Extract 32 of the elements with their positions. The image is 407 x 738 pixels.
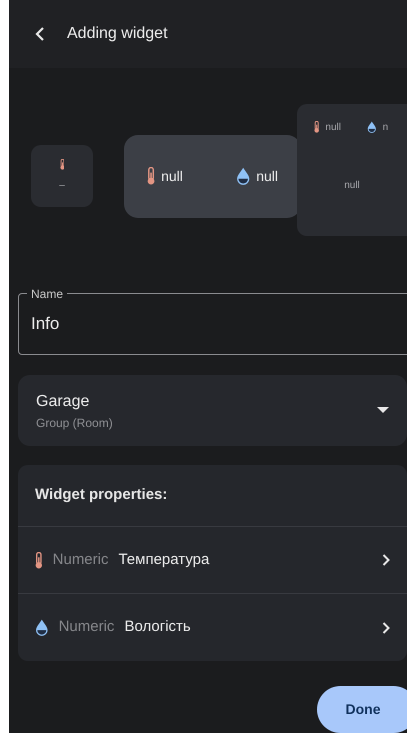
value-text: n: [382, 120, 388, 134]
water-drop-icon: [35, 619, 49, 636]
water-drop-icon: [366, 121, 377, 133]
value-text: null: [325, 120, 341, 134]
card-title: Widget properties:: [35, 485, 168, 506]
thermometer-icon: [60, 159, 64, 170]
water-drop-icon: [236, 167, 250, 185]
screen-title: Adding widget: [67, 24, 168, 44]
thermometer-icon: [314, 121, 320, 133]
value-text: null: [344, 178, 360, 192]
value-text: null: [256, 166, 278, 186]
dropdown-value: Garage: [36, 392, 90, 412]
field-value: Info: [31, 313, 60, 336]
widget-preview-card[interactable]: null n null: [297, 104, 407, 236]
chevron-right-icon: [382, 554, 390, 566]
value-text: –: [59, 179, 65, 193]
group-dropdown[interactable]: Garage Group (Room): [18, 375, 407, 446]
value-text: null: [161, 166, 183, 186]
property-row[interactable]: Numeric Температура: [18, 527, 407, 594]
thermometer-icon: [35, 552, 43, 568]
dropdown-caret-icon: [377, 407, 389, 414]
done-button[interactable]: Done: [317, 686, 407, 733]
property-name: Вологість: [124, 617, 192, 638]
chevron-right-icon: [382, 622, 390, 634]
back-icon[interactable]: [35, 27, 45, 41]
property-row[interactable]: Numeric Вологість: [18, 594, 407, 661]
property-type: Numeric: [58, 617, 114, 638]
dropdown-subtitle: Group (Room): [36, 414, 114, 432]
property-name: Температура: [118, 550, 210, 570]
property-type: Numeric: [52, 550, 108, 570]
thermometer-icon: [147, 167, 156, 185]
widget-preview-card[interactable]: –: [31, 145, 93, 207]
